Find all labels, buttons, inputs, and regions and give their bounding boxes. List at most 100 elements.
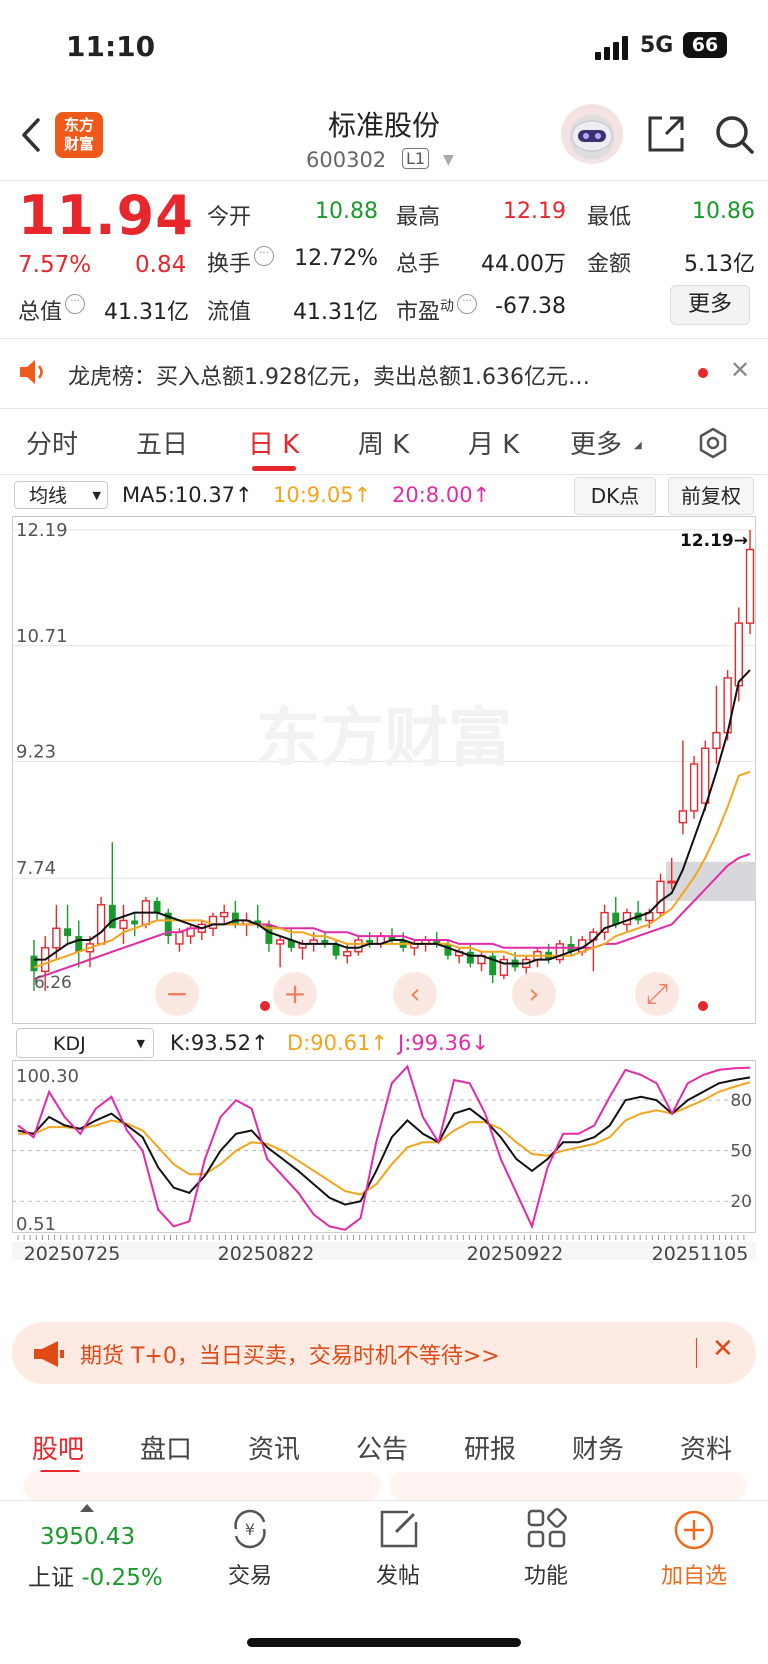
float-value: 41.31亿	[293, 300, 378, 325]
indicator-select-label: 均线	[29, 485, 68, 507]
info-icon[interactable]: ···	[254, 246, 275, 266]
candle-body	[52, 927, 61, 949]
stock-code[interactable]: 600302	[306, 148, 386, 172]
high-value: 12.19	[503, 199, 566, 224]
tab-monthly-k[interactable]: 月 K	[468, 424, 519, 461]
nav-trade[interactable]: 交易	[200, 1558, 300, 1590]
pan-left-icon[interactable]: ‹	[393, 972, 437, 1016]
open-value: 10.88	[315, 199, 378, 224]
highlight-band	[666, 861, 756, 901]
tab-more[interactable]: 更多	[570, 424, 622, 461]
tab-intraday[interactable]: 分时	[26, 424, 78, 461]
expand-up-icon[interactable]	[80, 1504, 94, 1512]
pan-right-icon[interactable]: ›	[512, 972, 556, 1016]
float-label: 流值	[207, 300, 252, 325]
chevron-down-icon[interactable]: ▼	[443, 152, 454, 168]
ma10-text: 10:9.05	[273, 483, 354, 507]
dragon-tiger-text[interactable]: 龙虎榜：买入总额1.928亿元，卖出总额1.636亿元…	[68, 359, 590, 391]
ma10-arrow: ↑	[353, 483, 372, 507]
tab-pankou[interactable]: 盘口	[140, 1429, 192, 1466]
close-icon[interactable]: ✕	[730, 356, 750, 384]
x-tick-label: 20250922	[467, 1243, 564, 1260]
tab-guba[interactable]: 股吧	[32, 1429, 84, 1466]
tab-news[interactable]: 资讯	[248, 1429, 300, 1466]
control-glyph: ‹	[409, 977, 420, 1010]
ma20-arrow: ↑	[472, 483, 491, 507]
tab-weekly-k[interactable]: 周 K	[358, 424, 409, 461]
kline-chart[interactable]: 12.19 10.71 9.23 7.74 东方财富 12.19→ 6.26 − + ‹ › ⤢	[12, 516, 756, 1024]
nav-function[interactable]: 功能	[496, 1558, 596, 1590]
add-circle-icon[interactable]	[672, 1508, 716, 1552]
nav-add-watchlist[interactable]: 加自选	[644, 1558, 744, 1590]
ma10-value: 10:9.05↑	[273, 483, 371, 507]
level-badge[interactable]: L1	[402, 148, 430, 169]
tab-underline	[252, 466, 296, 471]
tab-finance[interactable]: 财务	[572, 1429, 624, 1466]
more-button[interactable]: 更多	[670, 285, 750, 325]
tab-research[interactable]: 研报	[464, 1429, 516, 1466]
divider	[0, 338, 768, 339]
watermark: 东方财富	[256, 702, 512, 776]
kdj-d-text: D:90.61	[287, 1031, 371, 1055]
index-value[interactable]: 3950.43	[40, 1524, 135, 1550]
tab-daily-k[interactable]: 日 K	[248, 424, 299, 461]
high-label: 最高	[396, 205, 441, 230]
candle-body	[220, 911, 229, 918]
y-tick-label: 10.71	[16, 626, 68, 647]
indicator-select[interactable]: 均线 ▼	[14, 481, 108, 509]
tab-announcements[interactable]: 公告	[356, 1429, 408, 1466]
close-icon[interactable]: ✕	[712, 1334, 734, 1364]
event-dot	[260, 1001, 270, 1011]
zoom-out-icon[interactable]: −	[155, 972, 199, 1016]
share-icon[interactable]	[646, 114, 686, 154]
search-icon[interactable]	[714, 114, 756, 156]
candle-body	[745, 548, 755, 624]
info-icon[interactable]: ···	[457, 294, 478, 314]
candle-body	[275, 939, 285, 945]
function-grid-icon[interactable]	[526, 1508, 568, 1550]
dk-point-button[interactable]: DK点	[574, 477, 656, 515]
chevron-down-icon: ▼	[92, 489, 101, 502]
nav-post[interactable]: 发帖	[348, 1558, 448, 1590]
tab-five-day[interactable]: 五日	[136, 424, 188, 461]
ma5-value: MA5:10.37↑	[122, 483, 253, 507]
ai-assistant-avatar[interactable]	[561, 104, 623, 164]
fullscreen-icon[interactable]: ⤢	[635, 972, 679, 1016]
svg-text:¥: ¥	[245, 1520, 255, 1539]
post-icon[interactable]	[378, 1508, 420, 1550]
turnover-value: 12.72%	[294, 246, 378, 271]
info-icon[interactable]: ···	[65, 294, 86, 314]
promo-text[interactable]: 期货 T+0，当日买卖，交易时机不等待>>	[80, 1338, 500, 1370]
candle-body	[667, 880, 676, 884]
candle-body	[153, 900, 161, 913]
ma20-text: 20:8.00	[392, 483, 473, 507]
x-tick-label: 20251105	[652, 1243, 749, 1260]
status-time: 11:10	[66, 30, 156, 63]
post-card-peek[interactable]	[390, 1472, 746, 1500]
index-name[interactable]: 上证 -0.25%	[28, 1558, 163, 1592]
speaker-icon	[20, 360, 43, 384]
change-percent: 7.57%	[18, 252, 92, 278]
candle-body	[712, 731, 721, 750]
candle-body	[175, 931, 184, 945]
zoom-in-icon[interactable]: +	[273, 972, 317, 1016]
kdj-k-value: K:93.52↑	[170, 1031, 269, 1055]
candle-body	[734, 622, 743, 687]
tab-profile[interactable]: 资料	[680, 1429, 732, 1466]
candle-body	[343, 951, 352, 957]
candle-body	[466, 951, 474, 964]
kdj-d-arrow: ↑	[370, 1031, 388, 1055]
kdj-chart[interactable]: 80 50 20 100.30 0.51 20250725 20250822 20250922…	[12, 1060, 756, 1260]
y-tick-label: 0.51	[16, 1214, 56, 1235]
axis-band	[12, 1242, 756, 1260]
gear-icon[interactable]	[696, 426, 730, 460]
divider	[0, 408, 768, 409]
adjustment-button[interactable]: 前复权	[668, 477, 754, 515]
trade-icon[interactable]: ¥	[228, 1508, 272, 1550]
candle-body	[96, 904, 106, 945]
x-tick-label: 20250822	[218, 1243, 315, 1260]
kdj-select[interactable]: KDJ ▼	[16, 1028, 154, 1058]
index-name-text: 上证	[28, 1565, 74, 1591]
mktcap-value: 41.31亿	[104, 300, 189, 325]
post-card-peek[interactable]	[24, 1472, 380, 1500]
